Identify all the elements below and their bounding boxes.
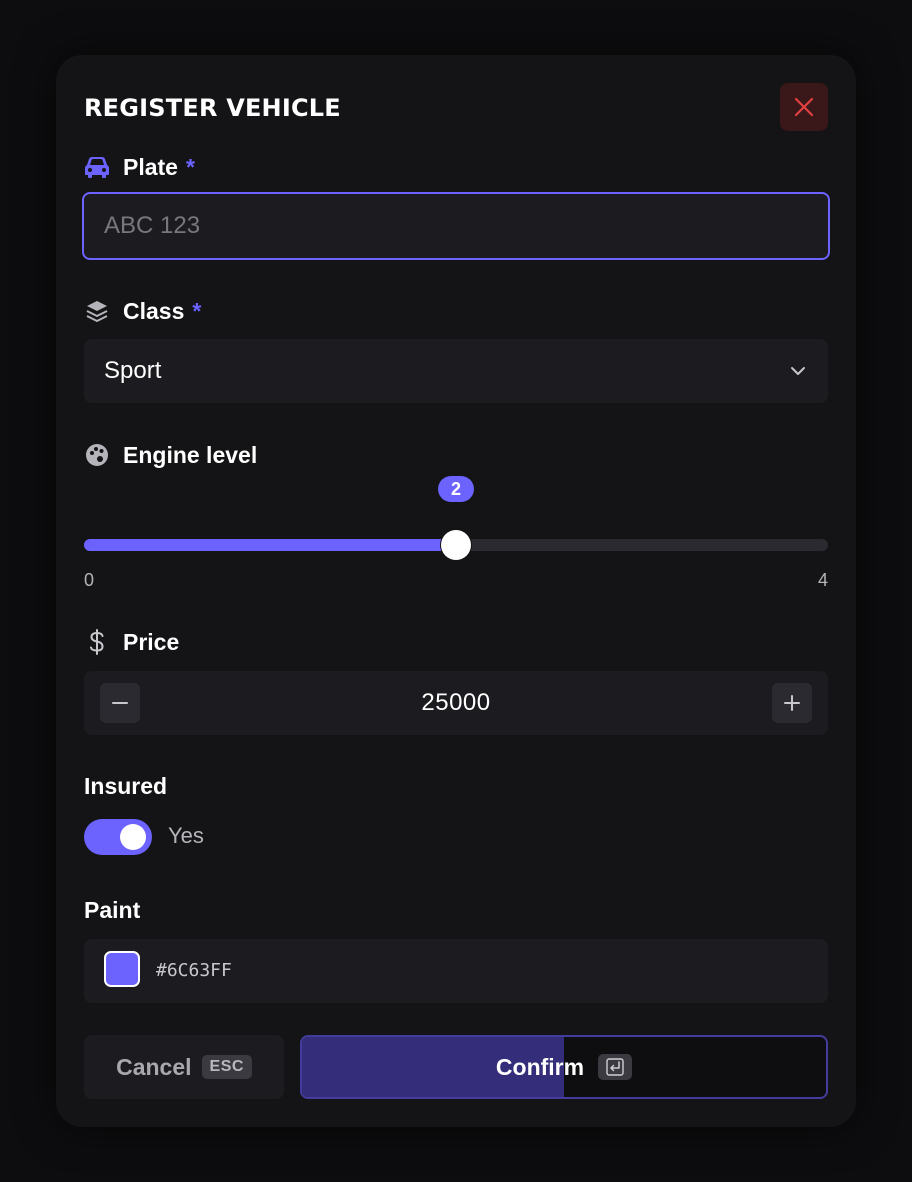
paint-label: Paint <box>84 897 141 923</box>
price-stepper: 25000 <box>84 671 828 735</box>
paint-swatch[interactable] <box>104 951 140 987</box>
engine-slider-fill <box>84 539 456 551</box>
price-value[interactable]: 25000 <box>144 671 768 735</box>
insured-label: Insured <box>84 773 168 799</box>
price-label-text: Price <box>123 628 180 655</box>
dollar-icon <box>84 629 110 655</box>
price-decrement-button[interactable] <box>100 683 140 723</box>
register-vehicle-dialog: REGISTER VEHICLE Plate * Class * <box>56 55 856 1127</box>
dialog-title: REGISTER VEHICLE <box>84 94 341 122</box>
engine-slider[interactable]: 2 <box>84 476 828 560</box>
class-select[interactable]: Sport <box>84 339 828 403</box>
minus-icon <box>112 702 128 704</box>
engine-min-label: 0 <box>84 570 95 590</box>
plate-label-text: Plate <box>123 153 178 180</box>
esc-key-hint: ESC <box>201 1055 252 1079</box>
plus-icon <box>784 695 800 711</box>
plate-input[interactable] <box>82 192 830 260</box>
cancel-button-label: Cancel <box>116 1053 192 1080</box>
paint-color-field[interactable]: #6C63FF <box>84 939 828 1003</box>
paint-color-value[interactable]: #6C63FF <box>156 939 232 1003</box>
engine-label: Engine level <box>84 441 257 469</box>
class-required-mark: * <box>192 297 202 324</box>
insured-toggle-knob <box>120 824 146 850</box>
engine-value-badge: 2 <box>438 476 474 502</box>
confirm-button-label: Confirm <box>495 1053 585 1080</box>
close-icon <box>794 97 814 117</box>
plate-label: Plate * <box>84 153 195 181</box>
insured-toggle[interactable] <box>84 819 152 855</box>
chevron-down-icon <box>791 367 805 375</box>
price-label: Price <box>84 628 179 656</box>
plate-required-mark: * <box>185 153 195 180</box>
close-button[interactable] <box>780 83 828 131</box>
insured-state-label: Yes <box>168 823 204 848</box>
enter-key-icon <box>598 1054 633 1080</box>
class-label: Class * <box>84 297 201 325</box>
cancel-button[interactable]: Cancel ESC <box>84 1035 284 1099</box>
engine-label-text: Engine level <box>123 441 258 468</box>
engine-max-label: 4 <box>817 570 828 590</box>
class-select-value: Sport <box>104 357 162 384</box>
palette-icon <box>84 442 110 468</box>
class-label-text: Class <box>123 297 185 324</box>
price-increment-button[interactable] <box>772 683 812 723</box>
confirm-button[interactable]: Confirm <box>300 1035 828 1099</box>
layers-icon <box>84 298 110 324</box>
engine-slider-thumb[interactable] <box>441 530 471 560</box>
car-icon <box>84 154 110 180</box>
